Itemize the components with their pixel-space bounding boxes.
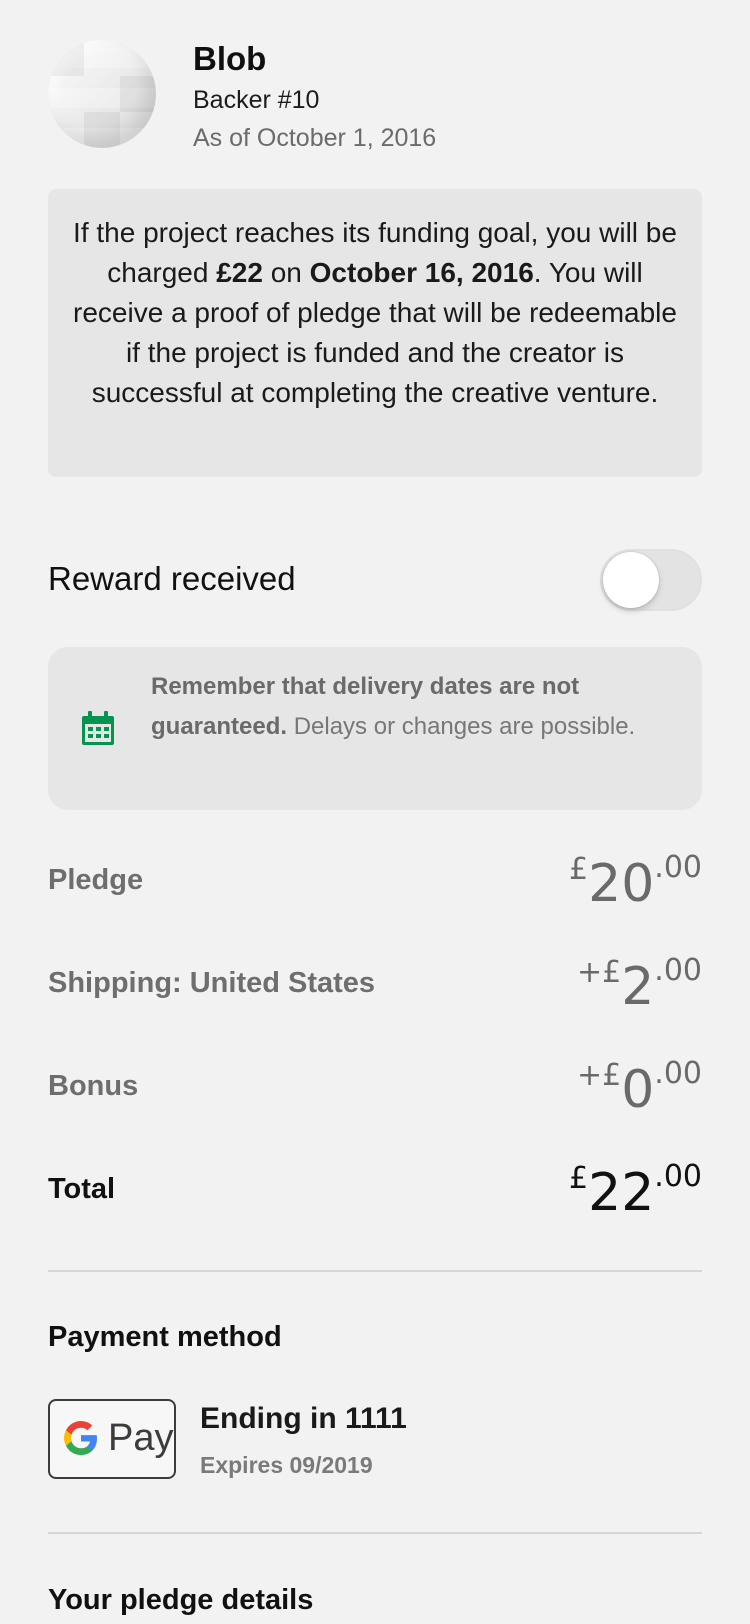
- shipping-amount: +£2.00: [577, 953, 702, 1017]
- pledge-currency: £: [569, 852, 589, 887]
- bonus-amount: +£0.00: [577, 1056, 702, 1120]
- shipping-decimal: .00: [654, 953, 702, 988]
- bonus-decimal: .00: [654, 1056, 702, 1091]
- bonus-whole: 0: [621, 1060, 655, 1120]
- toggle-knob: [603, 552, 659, 608]
- divider: [48, 1270, 702, 1272]
- google-g-icon: [64, 1421, 97, 1455]
- card-expiry: Expires 09/2019: [200, 1452, 373, 1478]
- divider: [48, 1532, 702, 1534]
- calendar-icon: [82, 711, 114, 745]
- bonus-label: Bonus: [48, 1070, 139, 1102]
- pledge-whole: 20: [588, 854, 655, 914]
- total-whole: 22: [588, 1163, 655, 1223]
- charge-info-part2: on: [262, 257, 310, 288]
- charge-info-text: If the project reaches its funding goal,…: [72, 213, 678, 413]
- delivery-note-rest: Delays or changes are possible.: [287, 713, 636, 740]
- payment-method-title: Payment method: [48, 1321, 282, 1353]
- shipping-whole: 2: [621, 957, 655, 1017]
- bonus-currency: +£: [576, 1058, 622, 1093]
- delivery-note-text: Remember that delivery dates are not gua…: [151, 667, 662, 747]
- card-ending: Ending in 1111: [200, 1402, 407, 1435]
- charge-date: October 16, 2016: [309, 257, 534, 288]
- charge-info-box: If the project reaches its funding goal,…: [48, 189, 702, 477]
- backer-header: Blob Backer #10 As of October 1, 2016: [48, 40, 702, 160]
- reward-received-toggle[interactable]: [600, 549, 702, 611]
- charge-amount: £22: [216, 257, 263, 288]
- reward-received-label: Reward received: [48, 560, 296, 597]
- pledge-label: Pledge: [48, 864, 144, 896]
- pledge-summary-screen: Blob Backer #10 As of October 1, 2016 If…: [0, 0, 750, 1624]
- pledge-decimal: .00: [654, 850, 702, 885]
- backer-name: Blob: [193, 40, 267, 77]
- pledge-amount: £20.00: [569, 850, 702, 914]
- backer-number: Backer #10: [193, 86, 320, 114]
- total-currency: £: [569, 1161, 589, 1196]
- total-decimal: .00: [654, 1159, 702, 1194]
- google-pay-logo: Pay: [48, 1399, 176, 1479]
- avatar: [48, 40, 156, 148]
- shipping-currency: +£: [576, 955, 622, 990]
- total-label: Total: [48, 1173, 116, 1205]
- as-of-date: As of October 1, 2016: [193, 124, 437, 152]
- total-amount: £22.00: [569, 1159, 702, 1223]
- delivery-note: Remember that delivery dates are not gua…: [48, 647, 702, 810]
- pay-text: Pay: [108, 1417, 174, 1459]
- pledge-details-title: Your pledge details: [48, 1584, 314, 1616]
- shipping-label: Shipping: United States: [48, 967, 376, 999]
